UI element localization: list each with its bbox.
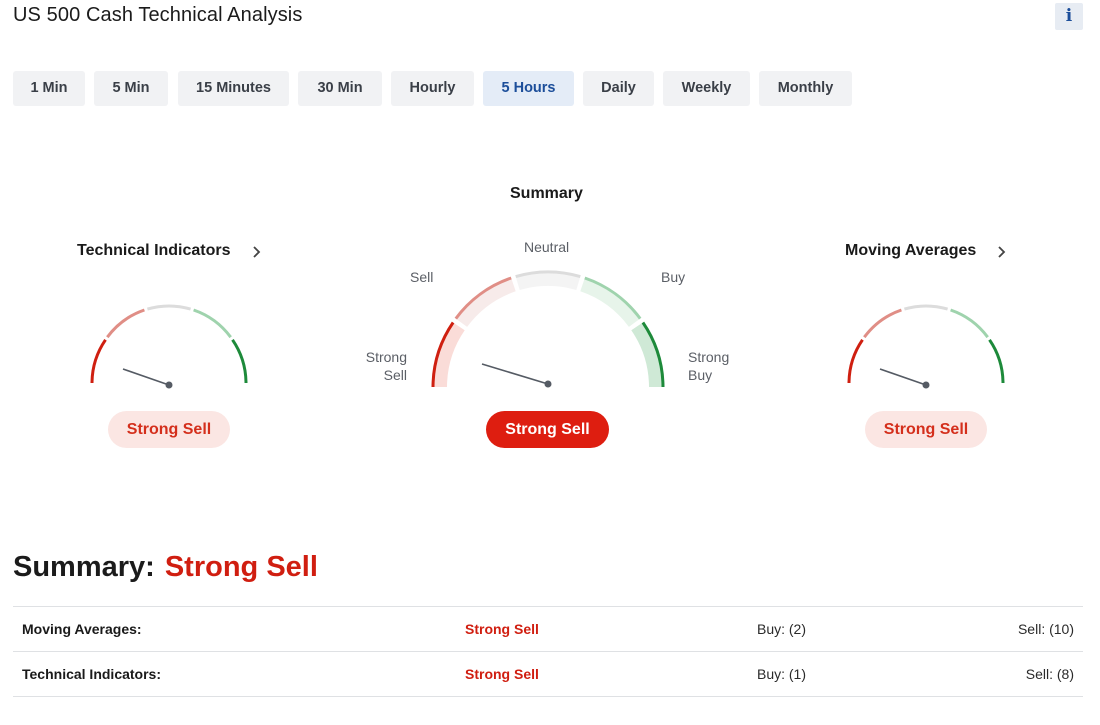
table-row: Moving Averages: Strong Sell Buy: (2) Se… (13, 606, 1083, 651)
summary-result-badge: Strong Sell (486, 411, 609, 448)
tab-daily[interactable]: Daily (583, 71, 654, 106)
tab-monthly[interactable]: Monthly (759, 71, 852, 106)
gauge-needle (122, 368, 170, 386)
technical-indicators-title[interactable]: Technical Indicators (77, 242, 231, 260)
gauge-needle (481, 363, 549, 385)
technical-indicators-gauge (90, 304, 248, 389)
row-name: Technical Indicators: (22, 666, 161, 682)
summary-heading-label: Summary: (13, 551, 155, 583)
tab-weekly[interactable]: Weekly (663, 71, 750, 106)
row-signal: Strong Sell (465, 621, 539, 637)
row-name: Moving Averages: (22, 621, 142, 637)
row-buy-count: Buy: (1) (756, 666, 806, 682)
tab-5-min[interactable]: 5 Min (94, 71, 168, 106)
tab-5-hours[interactable]: 5 Hours (483, 71, 574, 106)
summary-heading-value: Strong Sell (164, 551, 318, 583)
row-buy-count: Buy: (2) (756, 621, 806, 637)
summary-gauge (431, 270, 665, 388)
summary-gauge-title: Summary (510, 185, 583, 202)
gauge-pivot (544, 380, 552, 388)
tab-1-min[interactable]: 1 Min (13, 71, 85, 106)
moving-averages-gauge (847, 304, 1005, 389)
label-strong-buy: Strong Buy (688, 349, 730, 383)
moving-averages-title[interactable]: Moving Averages (845, 242, 976, 260)
gauge-pivot (922, 381, 930, 389)
row-sell-count: Sell: (10) (1017, 621, 1074, 637)
info-icon[interactable]: i (1055, 3, 1083, 30)
tab-hourly[interactable]: Hourly (391, 71, 474, 106)
tab-30-min[interactable]: 30 Min (298, 71, 382, 106)
summary-heading: Summary: Strong Sell (13, 551, 318, 584)
chevron-right-icon[interactable] (252, 246, 261, 258)
row-signal: Strong Sell (465, 666, 539, 682)
chevron-right-icon[interactable] (997, 246, 1006, 258)
technical-indicators-result-badge: Strong Sell (108, 411, 230, 448)
table-row: Technical Indicators: Strong Sell Buy: (… (13, 651, 1083, 697)
page-title: US 500 Cash Technical Analysis (13, 4, 303, 26)
gauge-needle (879, 368, 927, 386)
row-sell-count: Sell: (8) (1025, 666, 1074, 682)
label-neutral: Neutral (524, 239, 570, 255)
tab-15-minutes[interactable]: 15 Minutes (178, 71, 289, 106)
moving-averages-result-badge: Strong Sell (865, 411, 987, 448)
summary-table: Moving Averages: Strong Sell Buy: (2) Se… (13, 606, 1083, 697)
label-strong-sell: Strong Sell (365, 349, 407, 383)
gauge-pivot (165, 381, 173, 389)
